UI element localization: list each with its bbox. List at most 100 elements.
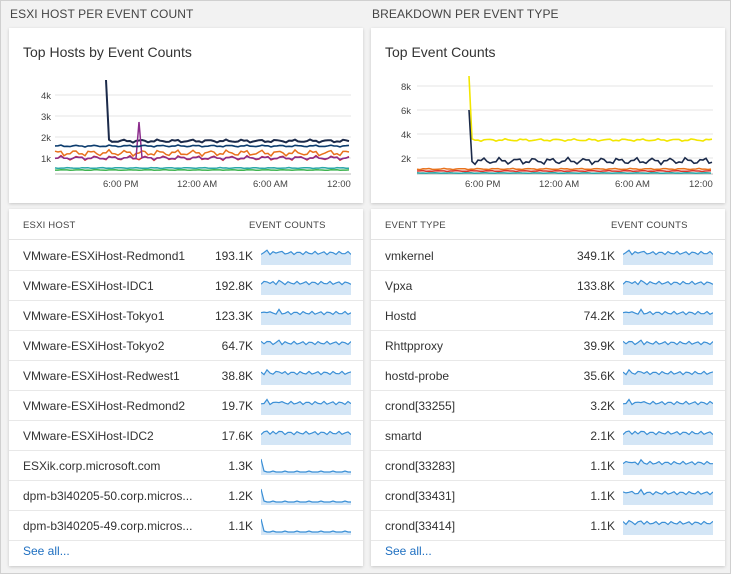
list-row[interactable]: VMware-ESXiHost-Redwest1 38.8K bbox=[9, 360, 363, 391]
see-all-link[interactable]: See all... bbox=[385, 544, 432, 558]
row-name: vmkernel bbox=[385, 249, 434, 263]
list-row[interactable]: VMware-ESXiHost-Redmond2 19.7K bbox=[9, 390, 363, 421]
sparkline bbox=[623, 368, 713, 385]
sparkline bbox=[623, 430, 713, 445]
row-name: Vpxa bbox=[385, 279, 413, 293]
sparkline bbox=[623, 249, 713, 265]
list-row[interactable]: dpm-b3l40205-50.corp.micros... 1.2K bbox=[9, 480, 363, 511]
y-tick-label: 8k bbox=[401, 82, 411, 93]
list-row[interactable]: Hostd 74.2K bbox=[371, 300, 725, 331]
see-all-link[interactable]: See all... bbox=[23, 544, 70, 558]
x-tick-label: 6:00 AM bbox=[253, 179, 288, 190]
row-count: 1.1K bbox=[590, 489, 615, 503]
row-count: 1.1K bbox=[590, 459, 615, 473]
row-name: crond[33283] bbox=[385, 459, 456, 473]
x-tick-label: 12:00 bbox=[689, 179, 713, 190]
sparkline bbox=[261, 488, 351, 505]
list-row[interactable]: crond[33255] 3.2K bbox=[371, 390, 725, 421]
row-count: 39.9K bbox=[583, 339, 615, 353]
x-tick-label: 6:00 PM bbox=[103, 179, 138, 190]
sparkline bbox=[623, 488, 713, 505]
host-event-chart[interactable]: 4k 3k 2k 1k 6:00 PM 12:00 AM 6:00 AM 12:… bbox=[9, 28, 363, 203]
sparkline bbox=[261, 430, 351, 445]
y-tick-label: 2k bbox=[41, 133, 51, 144]
event-type-chart[interactable]: 8k 6k 4k 2k 6:00 PM 12:00 AM 6:00 AM 12:… bbox=[371, 28, 725, 203]
list-row[interactable]: vmkernel 349.1K bbox=[371, 240, 725, 271]
sparkline bbox=[261, 458, 351, 475]
row-count: 192.8K bbox=[214, 279, 253, 293]
row-name: VMware-ESXiHost-Redmond1 bbox=[23, 249, 186, 263]
sparkline bbox=[623, 519, 713, 535]
list-row[interactable]: VMware-ESXiHost-IDC2 17.6K bbox=[9, 420, 363, 451]
x-tick-label: 12:00 AM bbox=[539, 179, 579, 190]
row-name: Hostd bbox=[385, 309, 417, 323]
event-type-panel: BREAKDOWN PER EVENT TYPE Top Event Count… bbox=[366, 0, 726, 574]
y-tick-label: 4k bbox=[401, 130, 411, 141]
row-name: hostd-probe bbox=[385, 369, 450, 383]
sparkline bbox=[261, 308, 351, 325]
row-count: 74.2K bbox=[583, 309, 615, 323]
row-name: dpm-b3l40205-49.corp.micros... bbox=[23, 519, 193, 533]
chart-series-line bbox=[105, 79, 350, 144]
list-row[interactable]: VMware-ESXiHost-Redmond1 193.1K bbox=[9, 240, 363, 271]
chart-series-line bbox=[55, 168, 350, 172]
list-row[interactable]: hostd-probe 35.6K bbox=[371, 360, 725, 391]
list-header: EVENT TYPE EVENT COUNTS bbox=[371, 209, 725, 240]
chart-series-group bbox=[416, 75, 713, 175]
y-tick-label: 2k bbox=[401, 154, 411, 165]
chart-series-line bbox=[416, 169, 712, 173]
list-row[interactable]: Rhttpproxy 39.9K bbox=[371, 330, 725, 361]
y-tick-label: 6k bbox=[401, 106, 411, 117]
event-chart-card[interactable]: Top Event Counts 8k 6k 4k 2k 6:00 PM 12:… bbox=[371, 28, 725, 203]
y-tick-label: 4k bbox=[41, 91, 51, 102]
list-row[interactable]: crond[33283] 1.1K bbox=[371, 450, 725, 481]
row-name: smartd bbox=[385, 429, 422, 443]
list-row[interactable]: VMware-ESXiHost-IDC1 192.8K bbox=[9, 270, 363, 301]
column-header-counts: EVENT COUNTS bbox=[249, 220, 326, 231]
x-tick-label: 6:00 PM bbox=[465, 179, 500, 190]
row-count: 133.8K bbox=[576, 279, 615, 293]
row-name: VMware-ESXiHost-IDC2 bbox=[23, 429, 154, 443]
sparkline bbox=[261, 339, 351, 355]
row-count: 2.1K bbox=[590, 429, 615, 443]
column-header-counts: EVENT COUNTS bbox=[611, 220, 688, 231]
chart-series-line bbox=[54, 166, 349, 170]
sparkline bbox=[623, 458, 713, 475]
row-count: 3.2K bbox=[590, 399, 615, 413]
event-list-card: EVENT TYPE EVENT COUNTS vmkernel 349.1K Vp… bbox=[371, 209, 725, 566]
chart-series-group bbox=[54, 79, 350, 172]
chart-series-line bbox=[54, 148, 350, 158]
row-count: 1.2K bbox=[228, 489, 253, 503]
chart-series-line bbox=[416, 167, 712, 171]
x-tick-label: 12:00 bbox=[327, 179, 351, 190]
list-header: ESXI HOST EVENT COUNTS bbox=[9, 209, 363, 240]
row-count: 1.1K bbox=[228, 519, 253, 533]
column-header-host: ESXI HOST bbox=[23, 220, 76, 231]
list-row[interactable]: Vpxa 133.8K bbox=[371, 270, 725, 301]
row-count: 193.1K bbox=[214, 249, 253, 263]
chart-series-line bbox=[54, 144, 350, 148]
row-count: 19.7K bbox=[221, 399, 253, 413]
list-row[interactable]: smartd 2.1K bbox=[371, 420, 725, 451]
sparkline bbox=[261, 398, 351, 415]
host-chart-card[interactable]: Top Hosts by Event Counts 4k 3k 2k 1k 6:… bbox=[9, 28, 363, 203]
row-count: 38.8K bbox=[221, 369, 253, 383]
row-name: VMware-ESXiHost-Redwest1 bbox=[23, 369, 180, 383]
row-name: ESXik.corp.microsoft.com bbox=[23, 459, 161, 473]
list-row[interactable]: crond[33431] 1.1K bbox=[371, 480, 725, 511]
list-row[interactable]: VMware-ESXiHost-Tokyo2 64.7K bbox=[9, 330, 363, 361]
sparkline bbox=[261, 518, 351, 535]
list-row[interactable]: crond[33414] 1.1K bbox=[371, 510, 725, 541]
list-row[interactable]: ESXik.corp.microsoft.com 1.3K bbox=[9, 450, 363, 481]
sparkline bbox=[623, 339, 713, 355]
sparkline bbox=[623, 308, 713, 325]
x-tick-label: 12:00 AM bbox=[177, 179, 217, 190]
row-count: 17.6K bbox=[221, 429, 253, 443]
row-name: VMware-ESXiHost-IDC1 bbox=[23, 279, 154, 293]
row-count: 1.3K bbox=[228, 459, 253, 473]
row-count: 349.1K bbox=[576, 249, 615, 263]
row-name: Rhttpproxy bbox=[385, 339, 444, 353]
list-row[interactable]: dpm-b3l40205-49.corp.micros... 1.1K bbox=[9, 510, 363, 541]
row-name: VMware-ESXiHost-Redmond2 bbox=[23, 399, 186, 413]
list-row[interactable]: VMware-ESXiHost-Tokyo1 123.3K bbox=[9, 300, 363, 331]
